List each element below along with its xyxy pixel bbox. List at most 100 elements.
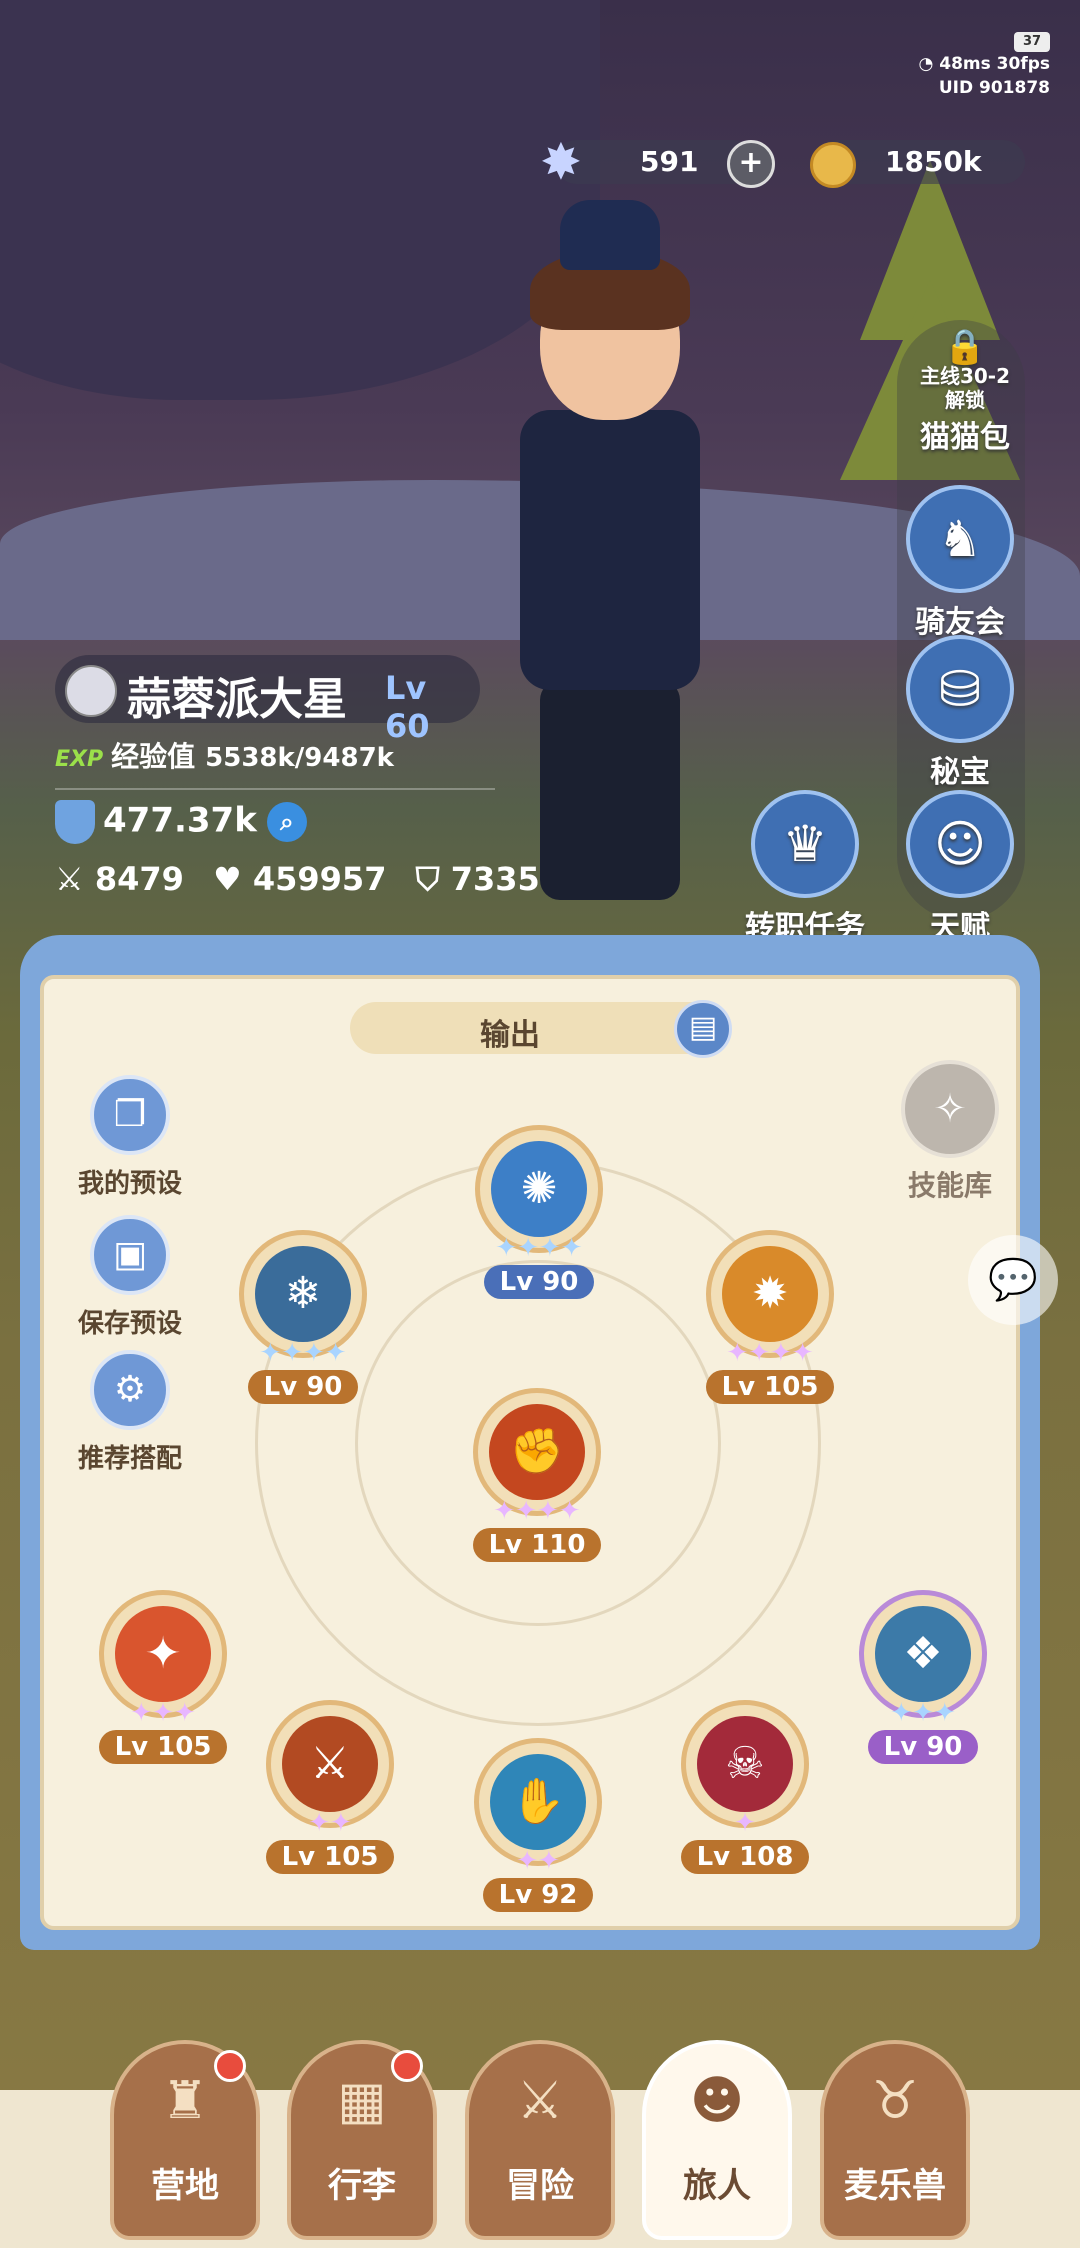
fps: 30fps bbox=[996, 54, 1050, 74]
gem-value: 591 bbox=[640, 145, 699, 178]
book-icon[interactable]: ▤ bbox=[674, 1000, 732, 1058]
nav-traveler[interactable]: ☻ 旅人 bbox=[642, 2040, 792, 2240]
hp-value: 459957 bbox=[252, 860, 387, 898]
skill-icon: ❖ bbox=[875, 1606, 971, 1702]
search-icon[interactable]: ⌕ bbox=[266, 802, 307, 842]
skill-stars: ✦✦✦✦ bbox=[259, 1338, 347, 1368]
build-tab-label: 输出 bbox=[480, 1018, 540, 1053]
nav-pets-label: 麦乐兽 bbox=[844, 2166, 946, 2206]
skill-library-button[interactable]: ✧ 技能库 bbox=[880, 1060, 1020, 1204]
gear-icon: ⚙ bbox=[90, 1350, 170, 1430]
nav-pets[interactable]: ♉ 麦乐兽 bbox=[820, 2040, 970, 2240]
exp-values: 5538k/9487k bbox=[205, 743, 394, 773]
exp-icon: EXP bbox=[55, 747, 104, 772]
rider-club-button[interactable]: ♞ 骑友会 bbox=[895, 485, 1025, 641]
build-tab[interactable]: 输出 ▤ bbox=[350, 1000, 732, 1058]
skill-stars: ✦✦✦✦ bbox=[495, 1233, 583, 1263]
stat-row: ⚔ 8479 ♥ 459957 ⛉ 7335 bbox=[55, 860, 558, 899]
heart-icon: ♥ bbox=[213, 860, 242, 898]
my-preset-label: 我的预设 bbox=[77, 1169, 182, 1199]
skill-slot-6[interactable]: ❖ ✦✦✦ Lv 90 bbox=[858, 1590, 988, 1764]
ping: 48ms bbox=[939, 54, 991, 74]
avatar-icon: ☻ bbox=[689, 2071, 745, 2131]
player-name-plate[interactable]: 蒜蓉派大星 Lv 60 bbox=[55, 655, 480, 745]
lock-icon: 🔒 bbox=[943, 327, 987, 367]
cat-bag-label: 猫猫包 bbox=[920, 420, 1010, 455]
gold-value: 1850k bbox=[885, 145, 982, 178]
attack-value: 8479 bbox=[94, 860, 184, 898]
skill-level: Lv 90 bbox=[867, 1730, 979, 1764]
unlock-hint: 主线30-2 bbox=[919, 364, 1011, 388]
nav-adventure[interactable]: ⚔ 冒险 bbox=[465, 2040, 615, 2240]
brain-icon: ☺ bbox=[906, 790, 1014, 898]
add-gems-button[interactable]: + bbox=[727, 140, 775, 188]
skill-slot-3[interactable]: ✹ ✦✦✦✦ Lv 105 bbox=[705, 1230, 835, 1404]
swirl-icon: ✧ bbox=[901, 1060, 999, 1158]
skill-icon: ✹ bbox=[722, 1246, 818, 1342]
skill-icon: ✋ bbox=[490, 1754, 586, 1850]
exp-label: 经验值 bbox=[111, 740, 196, 773]
skill-slot-8[interactable]: ✋ ✦✦ Lv 92 bbox=[473, 1738, 603, 1912]
skill-icon: ☠ bbox=[697, 1716, 793, 1812]
skill-level: Lv 90 bbox=[247, 1370, 359, 1404]
swords-icon: ⚔ bbox=[55, 860, 84, 898]
skill-slot-7[interactable]: ⚔ ✦✦ Lv 105 bbox=[265, 1700, 395, 1874]
power-shield-icon bbox=[55, 800, 95, 844]
treasure-button[interactable]: ⛁ 秘宝 bbox=[895, 635, 1025, 791]
talent-button[interactable]: ☺ 天赋 bbox=[895, 790, 1025, 946]
nav-camp-label: 营地 bbox=[151, 2166, 219, 2206]
nav-adventure-label: 冒险 bbox=[506, 2166, 574, 2206]
skill-stars: ✦✦✦ bbox=[130, 1698, 196, 1728]
skill-stars: ✦✦✦ bbox=[890, 1698, 956, 1728]
wifi-icon: ◔ bbox=[918, 54, 934, 74]
skill-level: Lv 110 bbox=[472, 1528, 602, 1562]
divider bbox=[55, 788, 495, 790]
treasure-chest-icon: ⛁ bbox=[906, 635, 1014, 743]
battery-icon: 37 bbox=[1014, 32, 1050, 52]
exp-row: EXP 经验值 5538k/9487k bbox=[55, 735, 394, 775]
chat-icon[interactable]: 💬 bbox=[968, 1235, 1058, 1325]
crown-icon: ♛ bbox=[751, 790, 859, 898]
player-character[interactable] bbox=[500, 200, 720, 900]
recommend-preset-button[interactable]: ⚙ 推荐搭配 bbox=[60, 1350, 200, 1475]
skill-icon: ❄ bbox=[255, 1246, 351, 1342]
gold-counter: 1850k bbox=[810, 140, 1025, 188]
nav-luggage-label: 行李 bbox=[328, 2166, 396, 2206]
shield-icon: ⛉ bbox=[415, 860, 440, 898]
save-preset-button[interactable]: ▣ 保存预设 bbox=[60, 1215, 200, 1340]
job-quest-button[interactable]: ♛ 转职任务 bbox=[735, 790, 875, 946]
skill-level: Lv 105 bbox=[265, 1840, 395, 1874]
cards-icon: ❐ bbox=[90, 1075, 170, 1155]
skill-slot-2[interactable]: ❄ ✦✦✦✦ Lv 90 bbox=[238, 1230, 368, 1404]
horse-icon: ♞ bbox=[906, 485, 1014, 593]
skill-icon: ✦ bbox=[115, 1606, 211, 1702]
gem-counter: ✸ 591 + bbox=[540, 134, 775, 190]
skill-icon: ✊ bbox=[489, 1404, 585, 1500]
cat-icon: ♉ bbox=[871, 2071, 919, 2131]
save-preset-label: 保存预设 bbox=[77, 1309, 182, 1339]
treasure-label: 秘宝 bbox=[930, 755, 990, 790]
skill-level: Lv 105 bbox=[705, 1370, 835, 1404]
skill-library-label: 技能库 bbox=[907, 1169, 992, 1202]
skill-level: Lv 90 bbox=[483, 1265, 595, 1299]
skill-level: Lv 108 bbox=[680, 1840, 810, 1874]
skill-level: Lv 92 bbox=[482, 1878, 594, 1912]
player-name: 蒜蓉派大星 bbox=[127, 674, 347, 725]
power-row: 477.37k ⌕ bbox=[55, 800, 307, 844]
skill-slot-9[interactable]: ☠ ✦ Lv 108 bbox=[680, 1700, 810, 1874]
cat-bag-button[interactable]: 🔒 主线30-2 解锁 猫猫包 bbox=[900, 330, 1030, 456]
skill-icon: ✺ bbox=[491, 1141, 587, 1237]
player-level: Lv 60 bbox=[385, 669, 430, 745]
skill-slot-5[interactable]: ✦ ✦✦✦ Lv 105 bbox=[98, 1590, 228, 1764]
notification-dot bbox=[391, 2050, 423, 2082]
nav-camp[interactable]: ♜ 营地 bbox=[110, 2040, 260, 2240]
star-gem-icon: ✸ bbox=[540, 133, 582, 191]
skill-slot-1[interactable]: ✺ ✦✦✦✦ Lv 90 bbox=[474, 1125, 604, 1299]
nav-luggage[interactable]: ▦ 行李 bbox=[287, 2040, 437, 2240]
crossed-swords-icon: ⚔ bbox=[516, 2071, 564, 2131]
combat-power: 477.37k bbox=[103, 800, 257, 841]
skill-slot-4[interactable]: ✊ ✦✦✦✦ Lv 110 bbox=[472, 1388, 602, 1562]
my-preset-button[interactable]: ❐ 我的预设 bbox=[60, 1075, 200, 1200]
defense-value: 7335 bbox=[450, 860, 540, 898]
uid: UID 901878 bbox=[938, 78, 1050, 98]
